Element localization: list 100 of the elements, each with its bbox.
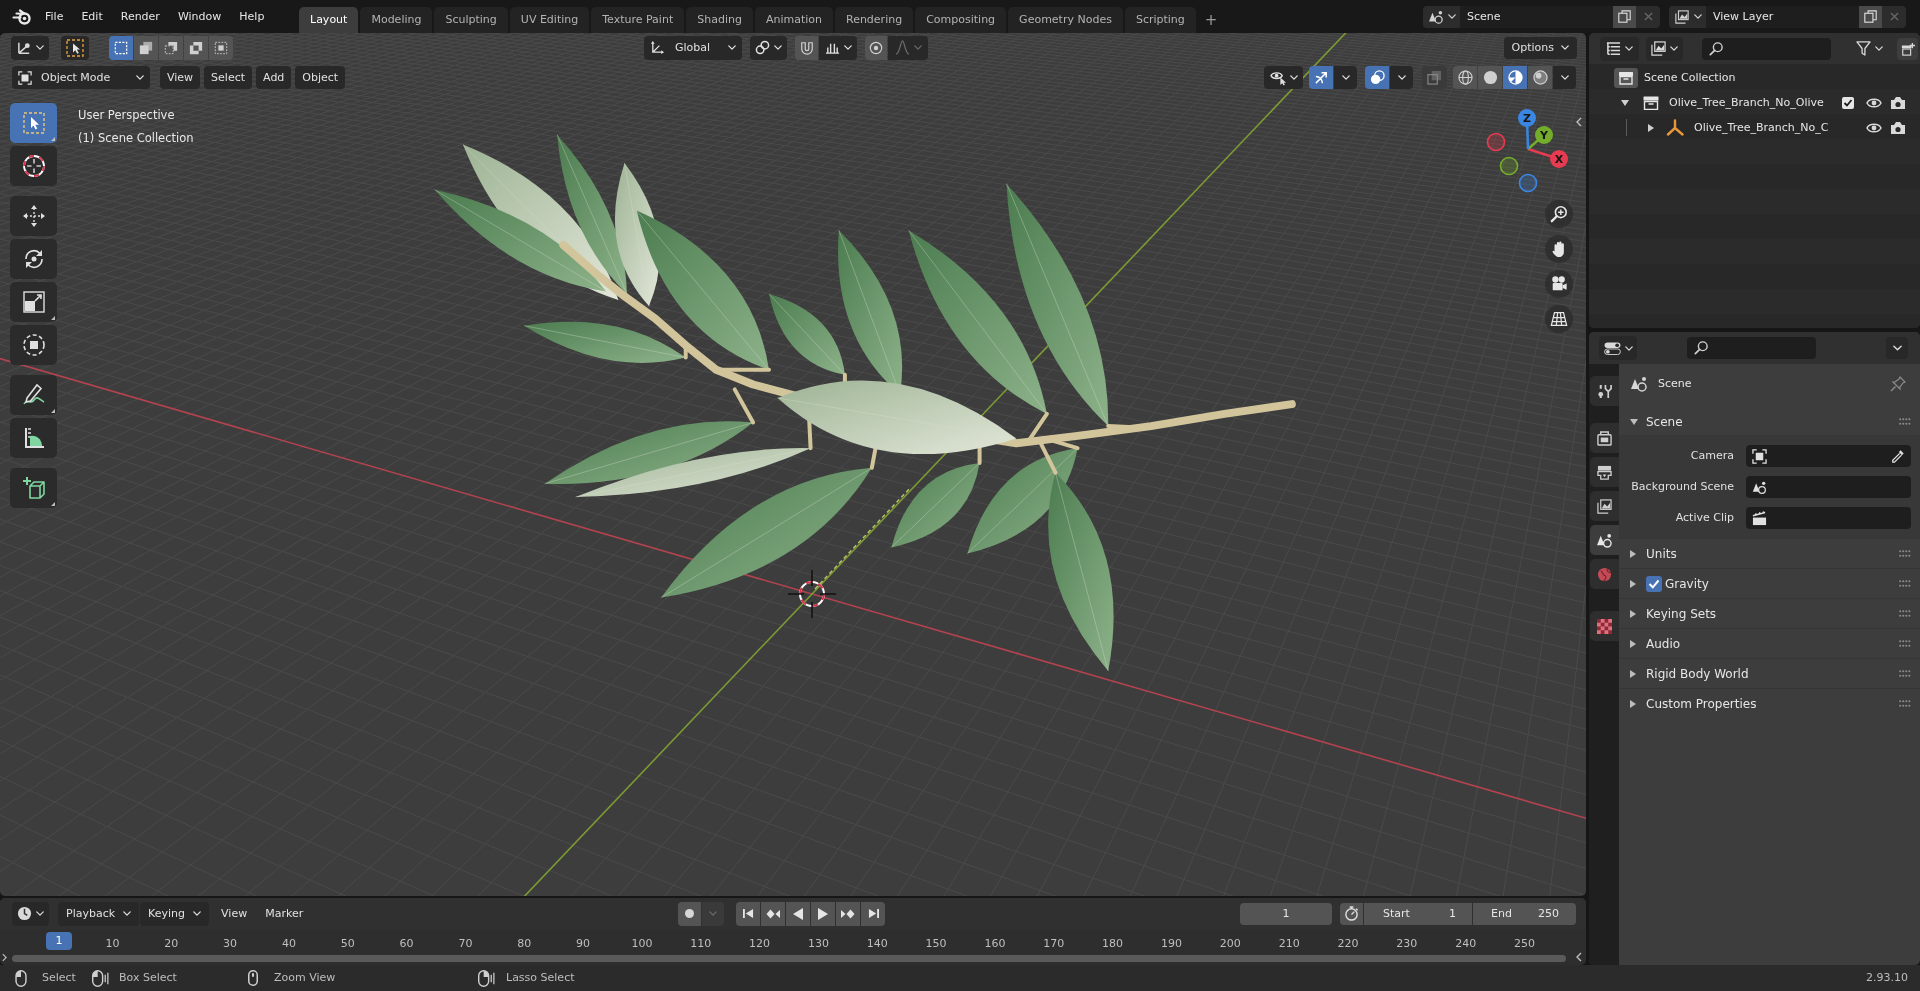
expand-arrow-icon[interactable] (1630, 549, 1636, 558)
copy-button[interactable] (1859, 5, 1882, 28)
drag-handle-icon[interactable] (1898, 670, 1912, 677)
logo-icon[interactable] (12, 8, 32, 25)
menu-item[interactable]: Marker (259, 901, 310, 926)
scene-name-field[interactable]: Scene (1460, 5, 1613, 28)
chevron-left-icon[interactable] (1576, 117, 1582, 127)
pan-button[interactable] (1545, 235, 1573, 263)
overlay-dropdown[interactable] (1390, 66, 1413, 89)
zoom-button[interactable] (1545, 200, 1573, 228)
menu-item[interactable]: Object (295, 66, 346, 89)
gizmo-dropdown[interactable] (1334, 66, 1357, 89)
overlay-toggle[interactable] (1365, 66, 1389, 89)
expand-arrow-icon[interactable] (1648, 123, 1654, 132)
workspace-tab[interactable]: Animation (754, 7, 833, 33)
workspace-tab[interactable]: Scripting (1124, 7, 1196, 33)
selection-mode-button[interactable] (134, 35, 158, 60)
checkbox[interactable] (1646, 575, 1662, 592)
add-workspace-button[interactable]: + (1197, 7, 1225, 33)
camera-icon[interactable] (1890, 120, 1906, 135)
start-frame-field[interactable]: Start 1 (1364, 902, 1472, 925)
play-reverse-button[interactable] (786, 901, 810, 926)
selection-mode-button[interactable] (184, 35, 208, 60)
move-tool[interactable] (10, 196, 57, 236)
menu-item[interactable]: View (160, 66, 201, 89)
jump-to-end-button[interactable] (861, 901, 885, 926)
drag-handle-icon[interactable] (1898, 550, 1912, 557)
proportional-editing-toggle[interactable] (865, 35, 887, 60)
shading-mode-button[interactable] (1503, 66, 1527, 89)
gizmo-toggle[interactable] (1309, 66, 1333, 89)
camera-icon[interactable] (1890, 95, 1906, 110)
drag-handle-icon[interactable] (1898, 580, 1912, 587)
search-field[interactable] (1702, 37, 1831, 60)
xray-toggle[interactable] (1422, 66, 1447, 89)
play-button[interactable] (811, 901, 835, 926)
menu-item[interactable]: Add (256, 66, 292, 89)
expand-arrow-icon[interactable] (1621, 99, 1629, 106)
menu-item[interactable]: Window (168, 5, 231, 28)
workspace-tab[interactable]: Shading (686, 7, 753, 33)
workspace-tab[interactable]: Texture Paint (591, 7, 685, 33)
workspace-tab[interactable]: Layout (299, 7, 359, 33)
orientation-dropdown[interactable]: Global (644, 35, 742, 60)
negative-axis-handle[interactable] (1518, 173, 1538, 193)
selection-mode-button[interactable] (109, 35, 133, 60)
mode-dropdown[interactable]: Object Mode (12, 66, 150, 89)
3d-viewport[interactable]: Global Options Object Mode View Select Add Object User Perspective (1) Scene Collection X Y Z (0, 33, 1586, 896)
rotate-tool[interactable] (10, 239, 57, 279)
pivot-dropdown[interactable] (750, 35, 787, 60)
properties-tab[interactable] (1590, 491, 1619, 521)
end-frame-field[interactable]: End 250 (1473, 902, 1576, 925)
menu-dropdown[interactable]: Playback (58, 901, 140, 926)
transform-tool[interactable] (10, 325, 57, 365)
next-keyframe-button[interactable] (836, 901, 860, 926)
options-dropdown[interactable] (1886, 337, 1908, 359)
cursor-tool[interactable] (10, 146, 57, 186)
negative-axis-handle[interactable] (1499, 156, 1519, 176)
workspace-tab[interactable]: Modeling (360, 7, 433, 33)
properties-tab[interactable] (1590, 525, 1619, 555)
chevron-right-icon[interactable] (2, 953, 7, 962)
copy-button[interactable] (1613, 5, 1636, 28)
expand-arrow-icon[interactable] (1630, 669, 1636, 678)
menu-item[interactable]: View (215, 901, 254, 926)
chevron-left-icon[interactable] (1576, 952, 1582, 962)
selection-mode-button[interactable] (159, 35, 183, 60)
outliner-item-label[interactable]: Olive_Tree_Branch_No_C (1694, 120, 1829, 135)
eyedropper-icon[interactable] (1891, 449, 1905, 463)
properties-tab[interactable] (1590, 457, 1619, 487)
expand-arrow-icon[interactable] (1630, 579, 1636, 588)
menu-item[interactable]: Edit (72, 5, 112, 28)
shading-dropdown[interactable] (1553, 66, 1576, 89)
outliner-item-label[interactable]: Olive_Tree_Branch_No_Olive (1669, 95, 1824, 110)
expand-arrow-icon[interactable] (1630, 609, 1636, 618)
current-frame-field[interactable]: 1 (1240, 902, 1332, 925)
eye-icon[interactable] (1866, 121, 1882, 134)
workspace-tab[interactable]: Compositing (915, 7, 1007, 33)
previous-keyframe-button[interactable] (761, 901, 785, 926)
drag-handle-icon[interactable] (1898, 640, 1912, 647)
editor-type-button[interactable] (12, 901, 49, 926)
editor-type-button[interactable] (1600, 36, 1639, 61)
selection-mode-button[interactable] (209, 35, 233, 60)
snap-target-dropdown[interactable] (819, 35, 857, 60)
eye-icon[interactable] (1866, 96, 1882, 109)
drag-handle-icon[interactable] (1898, 418, 1912, 425)
select-box-tool[interactable] (10, 103, 57, 143)
perspective-toggle-button[interactable] (1545, 305, 1573, 333)
snap-toggle[interactable] (795, 35, 818, 60)
shading-mode-button[interactable] (1453, 66, 1477, 89)
options-dropdown[interactable]: Options (1503, 36, 1577, 59)
menu-item[interactable]: Select (204, 66, 253, 89)
workspace-tab[interactable]: Rendering (835, 7, 914, 33)
search-field[interactable] (1687, 337, 1816, 359)
shading-mode-button[interactable] (1528, 66, 1552, 89)
workspace-tab[interactable]: Geometry Nodes (1008, 7, 1123, 33)
axis-handle[interactable]: Z (1518, 109, 1536, 150)
checkbox[interactable] (1842, 96, 1854, 109)
scale-tool[interactable] (10, 282, 57, 322)
add-cube-tool[interactable] (10, 468, 57, 508)
display-mode-dropdown[interactable] (1646, 36, 1683, 61)
annotate-tool[interactable] (10, 375, 57, 415)
selector-button[interactable] (1669, 5, 1706, 28)
